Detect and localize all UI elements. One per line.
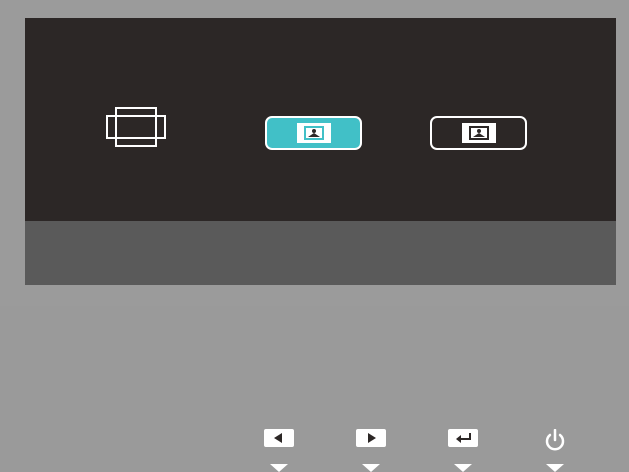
window-stack-icon xyxy=(106,107,166,147)
enter-key[interactable] xyxy=(443,429,483,472)
mode-fit-button[interactable] xyxy=(265,116,362,150)
right-arrow-icon xyxy=(356,429,386,447)
picture-full-icon xyxy=(461,123,496,143)
chevron-down-icon xyxy=(546,464,564,472)
right-key[interactable] xyxy=(351,429,391,472)
osd-menu xyxy=(25,18,616,472)
chevron-down-icon xyxy=(270,464,288,472)
left-key[interactable] xyxy=(259,429,299,472)
mode-full-button[interactable] xyxy=(430,116,527,150)
left-arrow-icon xyxy=(264,429,294,447)
picture-mode-panel xyxy=(25,18,616,221)
mode-original-option[interactable] xyxy=(106,107,166,147)
power-icon xyxy=(545,429,565,451)
enter-icon xyxy=(448,429,478,447)
chevron-down-icon xyxy=(362,464,380,472)
key-guide-bar xyxy=(25,221,616,472)
picture-fit-icon xyxy=(296,123,331,143)
power-key[interactable] xyxy=(535,429,575,472)
chevron-down-icon xyxy=(454,464,472,472)
